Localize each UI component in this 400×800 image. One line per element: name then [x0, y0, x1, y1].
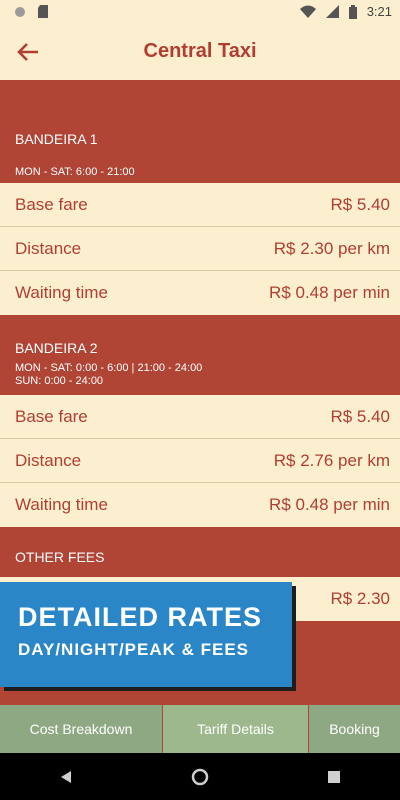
section-header-bandeira-1: BANDEIRA 1 MON - SAT: 6:00 - 21:00	[0, 80, 400, 183]
rate-value: R$ 2.76 per km	[273, 451, 390, 470]
rate-value: R$ 2.30 per km	[273, 239, 390, 258]
nav-back-icon[interactable]	[59, 770, 73, 784]
system-nav-bar	[0, 753, 400, 800]
rate-label: Distance	[15, 451, 82, 470]
promo-banner: DETAILED RATES DAY/NIGHT/PEAK & FEES	[0, 582, 292, 687]
rate-label: Distance	[15, 239, 82, 258]
rate-value: R$ 2.30	[330, 589, 390, 608]
tab-cost-breakdown[interactable]: Cost Breakdown	[0, 705, 163, 753]
rate-value: R$ 5.40	[330, 407, 390, 426]
tab-tariff-details[interactable]: Tariff Details	[163, 705, 309, 753]
status-icons-right: 3:21	[299, 4, 392, 19]
app-bar: Central Taxi	[0, 24, 400, 80]
rate-row-distance: Distance R$ 2.30 per km	[0, 227, 400, 271]
rate-value: R$ 5.40	[330, 195, 390, 214]
section-header-other-fees: OTHER FEES	[0, 527, 400, 577]
rate-row-distance: Distance R$ 2.76 per km	[0, 439, 400, 483]
sd-card-icon	[38, 5, 48, 18]
page-title: Central Taxi	[143, 40, 257, 62]
signal-icon	[325, 5, 339, 18]
rate-label: Base fare	[15, 407, 88, 426]
section-hours: MON - SAT: 6:00 - 21:00	[15, 166, 135, 178]
promo-headline: DETAILED RATES	[18, 602, 263, 632]
section-hours: SUN: 0:00 - 24:00	[15, 375, 104, 387]
record-icon	[15, 6, 25, 17]
section-title: BANDEIRA 2	[15, 340, 98, 356]
section-hours: MON - SAT: 0:00 - 6:00 | 21:00 - 24:00	[15, 362, 203, 374]
section-title: BANDEIRA 1	[15, 131, 98, 147]
wifi-icon	[299, 5, 316, 18]
bottom-tabs: Cost Breakdown Tariff Details Booking	[0, 705, 400, 753]
status-icons-left	[14, 5, 48, 18]
rate-row-waiting-time: Waiting time R$ 0.48 per min	[0, 271, 400, 315]
rate-row-base-fare: Base fare R$ 5.40	[0, 395, 400, 439]
rate-value: R$ 0.48 per min	[269, 495, 390, 514]
status-bar: 3:21	[0, 0, 400, 24]
nav-recents-icon[interactable]	[327, 770, 341, 784]
battery-icon	[348, 4, 357, 19]
tab-booking[interactable]: Booking	[309, 705, 400, 753]
rate-value: R$ 0.48 per min	[269, 283, 390, 302]
rate-row-base-fare: Base fare R$ 5.40	[0, 183, 400, 227]
nav-home-icon[interactable]	[191, 768, 209, 786]
section-header-bandeira-2: BANDEIRA 2 MON - SAT: 0:00 - 6:00 | 21:0…	[0, 315, 400, 395]
promo-subline: DAY/NIGHT/PEAK & FEES	[18, 640, 250, 659]
rate-label: Base fare	[15, 195, 88, 214]
rate-label: Waiting time	[15, 283, 108, 302]
status-time: 3:21	[366, 4, 392, 19]
section-title: OTHER FEES	[15, 549, 105, 565]
rate-row-waiting-time: Waiting time R$ 0.48 per min	[0, 483, 400, 527]
rate-label: Waiting time	[15, 495, 108, 514]
